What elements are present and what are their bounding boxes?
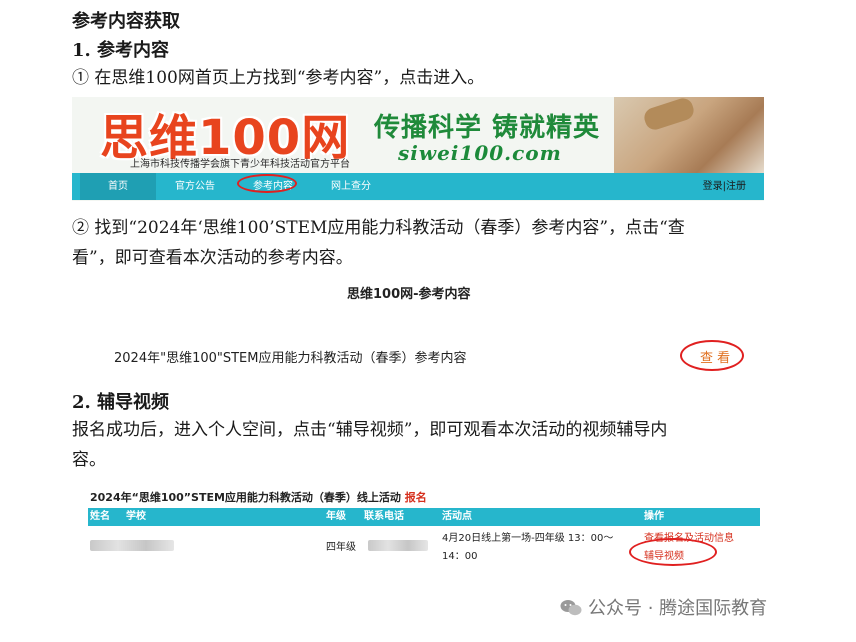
cell-grade: 四年级 bbox=[326, 542, 356, 553]
activity-register-tag[interactable]: 报名 bbox=[405, 491, 427, 504]
col-name: 姓名 bbox=[90, 511, 110, 522]
section1-step2-line2: 看”，即可查看本次活动的参考内容。 bbox=[72, 248, 353, 268]
activity-title-text: 2024年“思维100”STEM应用能力科教活动（春季）线上活动 bbox=[90, 491, 401, 504]
watermark: 公众号 · 腾途国际教育 bbox=[560, 594, 767, 620]
nav-score-query[interactable]: 网上查分 bbox=[312, 173, 390, 200]
highlight-ring-view bbox=[680, 340, 744, 371]
register-link[interactable]: 注册 bbox=[726, 181, 746, 192]
nav-announcements[interactable]: 官方公告 bbox=[156, 173, 234, 200]
highlight-ring-nav bbox=[237, 174, 297, 193]
login-link[interactable]: 登录 bbox=[703, 181, 723, 192]
reference-page-title: 思维100网-参考内容 bbox=[347, 287, 471, 302]
cell-venue-line2: 14：00 bbox=[442, 551, 478, 562]
section-heading: 参考内容获取 bbox=[72, 11, 180, 32]
site-subtitle: 上海市科技传播学会旗下青少年科技活动官方平台 bbox=[130, 159, 350, 170]
section2-title: 2. 辅导视频 bbox=[72, 392, 170, 413]
wechat-icon bbox=[560, 600, 582, 616]
section1-title: 1. 参考内容 bbox=[72, 40, 170, 61]
section2-para-line2: 容。 bbox=[72, 450, 106, 470]
col-action: 操作 bbox=[644, 511, 664, 522]
cell-venue-line1: 4月20日线上第一场-四年级 13：00～ bbox=[442, 533, 614, 544]
col-school: 学校 bbox=[126, 511, 146, 522]
section1-step2-line1: ② 找到“2024年‘思维100’STEM应用能力科教活动（春季）参考内容”，点… bbox=[72, 218, 685, 238]
site-nav-bar: 首页 官方公告 参考内容 网上查分 登录|注册 bbox=[72, 173, 764, 200]
reference-item-title: 2024年"思维100"STEM应用能力科教活动（春季）参考内容 bbox=[114, 351, 467, 366]
login-register: 登录|注册 bbox=[703, 173, 746, 200]
site-slogan: 传播科学 铸就精英 bbox=[374, 113, 601, 143]
table-header: 姓名 学校 年级 联系电话 活动点 操作 bbox=[88, 508, 760, 526]
section2-para-line1: 报名成功后，进入个人空间，点击“辅导视频”，即可观看本次活动的视频辅导内 bbox=[72, 420, 668, 440]
watermark-text: 公众号 · 腾途国际教育 bbox=[588, 598, 768, 619]
col-venue: 活动点 bbox=[442, 511, 472, 522]
site-url: siwei100.com bbox=[398, 141, 562, 165]
col-phone: 联系电话 bbox=[364, 511, 404, 522]
site-banner: 思维100网 上海市科技传播学会旗下青少年科技活动官方平台 传播科学 铸就精英 … bbox=[72, 97, 764, 201]
col-grade: 年级 bbox=[326, 511, 346, 522]
redacted-name-school bbox=[90, 540, 174, 551]
nav-home[interactable]: 首页 bbox=[80, 173, 156, 200]
section1-step1: ① 在思维100网首页上方找到“参考内容”，点击进入。 bbox=[72, 68, 485, 88]
highlight-ring-video bbox=[629, 538, 717, 566]
activity-title: 2024年“思维100”STEM应用能力科教活动（春季）线上活动 报名 bbox=[90, 489, 427, 505]
redacted-phone bbox=[368, 540, 428, 551]
